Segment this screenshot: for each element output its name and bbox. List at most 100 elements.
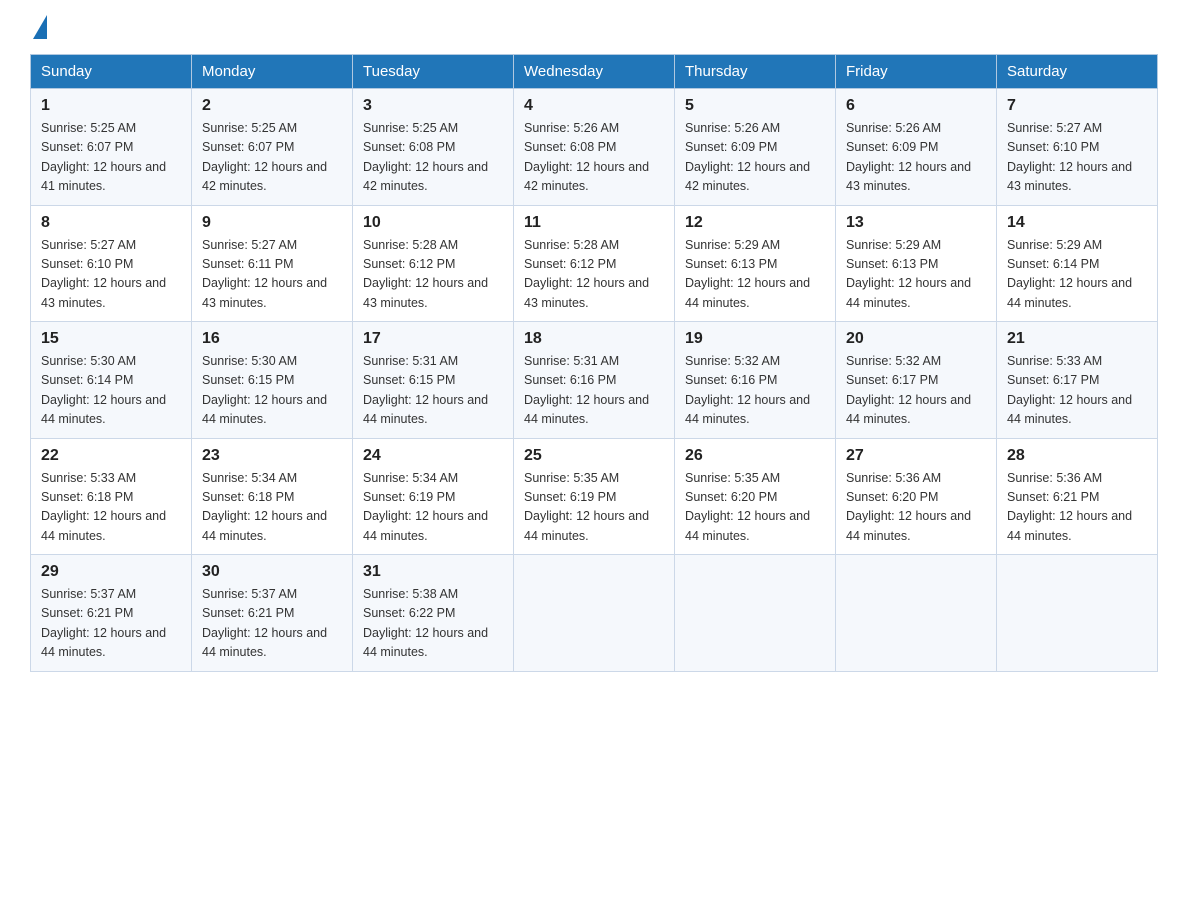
logo-triangle-icon [33,15,47,39]
calendar-cell: 11 Sunrise: 5:28 AM Sunset: 6:12 PM Dayl… [514,205,675,322]
day-info: Sunrise: 5:26 AM Sunset: 6:09 PM Dayligh… [846,119,986,197]
day-number: 28 [1007,447,1147,465]
weekday-header-wednesday: Wednesday [514,55,675,89]
calendar-cell: 3 Sunrise: 5:25 AM Sunset: 6:08 PM Dayli… [353,89,514,206]
day-info: Sunrise: 5:26 AM Sunset: 6:08 PM Dayligh… [524,119,664,197]
day-info: Sunrise: 5:37 AM Sunset: 6:21 PM Dayligh… [41,585,181,663]
day-info: Sunrise: 5:27 AM Sunset: 6:10 PM Dayligh… [1007,119,1147,197]
day-number: 5 [685,97,825,115]
day-info: Sunrise: 5:35 AM Sunset: 6:19 PM Dayligh… [524,469,664,547]
day-info: Sunrise: 5:37 AM Sunset: 6:21 PM Dayligh… [202,585,342,663]
calendar-cell: 7 Sunrise: 5:27 AM Sunset: 6:10 PM Dayli… [997,89,1158,206]
day-info: Sunrise: 5:34 AM Sunset: 6:18 PM Dayligh… [202,469,342,547]
calendar-cell: 22 Sunrise: 5:33 AM Sunset: 6:18 PM Dayl… [31,438,192,555]
day-number: 16 [202,330,342,348]
calendar-cell: 18 Sunrise: 5:31 AM Sunset: 6:16 PM Dayl… [514,322,675,439]
day-number: 14 [1007,214,1147,232]
week-row-1: 1 Sunrise: 5:25 AM Sunset: 6:07 PM Dayli… [31,89,1158,206]
day-number: 18 [524,330,664,348]
day-number: 24 [363,447,503,465]
day-info: Sunrise: 5:25 AM Sunset: 6:08 PM Dayligh… [363,119,503,197]
day-number: 26 [685,447,825,465]
day-number: 23 [202,447,342,465]
day-number: 13 [846,214,986,232]
day-number: 9 [202,214,342,232]
day-info: Sunrise: 5:36 AM Sunset: 6:20 PM Dayligh… [846,469,986,547]
day-number: 3 [363,97,503,115]
week-row-3: 15 Sunrise: 5:30 AM Sunset: 6:14 PM Dayl… [31,322,1158,439]
day-info: Sunrise: 5:30 AM Sunset: 6:15 PM Dayligh… [202,352,342,430]
week-row-4: 22 Sunrise: 5:33 AM Sunset: 6:18 PM Dayl… [31,438,1158,555]
day-number: 7 [1007,97,1147,115]
day-number: 27 [846,447,986,465]
calendar-cell [675,555,836,672]
day-number: 8 [41,214,181,232]
day-number: 15 [41,330,181,348]
day-info: Sunrise: 5:30 AM Sunset: 6:14 PM Dayligh… [41,352,181,430]
page-header [30,20,1158,44]
weekday-header-thursday: Thursday [675,55,836,89]
calendar-cell: 16 Sunrise: 5:30 AM Sunset: 6:15 PM Dayl… [192,322,353,439]
day-number: 30 [202,563,342,581]
calendar-cell [836,555,997,672]
calendar-cell: 19 Sunrise: 5:32 AM Sunset: 6:16 PM Dayl… [675,322,836,439]
day-number: 12 [685,214,825,232]
day-info: Sunrise: 5:31 AM Sunset: 6:16 PM Dayligh… [524,352,664,430]
calendar-cell: 12 Sunrise: 5:29 AM Sunset: 6:13 PM Dayl… [675,205,836,322]
calendar-cell: 20 Sunrise: 5:32 AM Sunset: 6:17 PM Dayl… [836,322,997,439]
day-info: Sunrise: 5:33 AM Sunset: 6:18 PM Dayligh… [41,469,181,547]
calendar-cell: 28 Sunrise: 5:36 AM Sunset: 6:21 PM Dayl… [997,438,1158,555]
day-info: Sunrise: 5:34 AM Sunset: 6:19 PM Dayligh… [363,469,503,547]
day-number: 20 [846,330,986,348]
day-info: Sunrise: 5:27 AM Sunset: 6:11 PM Dayligh… [202,236,342,314]
day-number: 29 [41,563,181,581]
calendar-cell: 1 Sunrise: 5:25 AM Sunset: 6:07 PM Dayli… [31,89,192,206]
day-number: 25 [524,447,664,465]
day-info: Sunrise: 5:28 AM Sunset: 6:12 PM Dayligh… [524,236,664,314]
calendar-cell: 21 Sunrise: 5:33 AM Sunset: 6:17 PM Dayl… [997,322,1158,439]
calendar-cell: 10 Sunrise: 5:28 AM Sunset: 6:12 PM Dayl… [353,205,514,322]
day-info: Sunrise: 5:33 AM Sunset: 6:17 PM Dayligh… [1007,352,1147,430]
day-number: 17 [363,330,503,348]
week-row-2: 8 Sunrise: 5:27 AM Sunset: 6:10 PM Dayli… [31,205,1158,322]
calendar-cell: 5 Sunrise: 5:26 AM Sunset: 6:09 PM Dayli… [675,89,836,206]
calendar-cell [514,555,675,672]
day-info: Sunrise: 5:32 AM Sunset: 6:16 PM Dayligh… [685,352,825,430]
day-number: 19 [685,330,825,348]
calendar-cell: 24 Sunrise: 5:34 AM Sunset: 6:19 PM Dayl… [353,438,514,555]
day-number: 21 [1007,330,1147,348]
day-number: 2 [202,97,342,115]
weekday-header-saturday: Saturday [997,55,1158,89]
day-number: 4 [524,97,664,115]
day-info: Sunrise: 5:28 AM Sunset: 6:12 PM Dayligh… [363,236,503,314]
calendar-cell: 17 Sunrise: 5:31 AM Sunset: 6:15 PM Dayl… [353,322,514,439]
day-info: Sunrise: 5:29 AM Sunset: 6:13 PM Dayligh… [846,236,986,314]
calendar-cell: 23 Sunrise: 5:34 AM Sunset: 6:18 PM Dayl… [192,438,353,555]
weekday-header-sunday: Sunday [31,55,192,89]
calendar-cell: 2 Sunrise: 5:25 AM Sunset: 6:07 PM Dayli… [192,89,353,206]
day-info: Sunrise: 5:38 AM Sunset: 6:22 PM Dayligh… [363,585,503,663]
day-number: 1 [41,97,181,115]
day-info: Sunrise: 5:29 AM Sunset: 6:14 PM Dayligh… [1007,236,1147,314]
calendar-cell: 6 Sunrise: 5:26 AM Sunset: 6:09 PM Dayli… [836,89,997,206]
calendar-cell: 8 Sunrise: 5:27 AM Sunset: 6:10 PM Dayli… [31,205,192,322]
day-info: Sunrise: 5:35 AM Sunset: 6:20 PM Dayligh… [685,469,825,547]
day-number: 6 [846,97,986,115]
calendar-cell: 26 Sunrise: 5:35 AM Sunset: 6:20 PM Dayl… [675,438,836,555]
day-info: Sunrise: 5:36 AM Sunset: 6:21 PM Dayligh… [1007,469,1147,547]
calendar-cell: 14 Sunrise: 5:29 AM Sunset: 6:14 PM Dayl… [997,205,1158,322]
calendar-cell: 13 Sunrise: 5:29 AM Sunset: 6:13 PM Dayl… [836,205,997,322]
calendar-table: SundayMondayTuesdayWednesdayThursdayFrid… [30,54,1158,672]
weekday-header-tuesday: Tuesday [353,55,514,89]
calendar-cell: 9 Sunrise: 5:27 AM Sunset: 6:11 PM Dayli… [192,205,353,322]
day-info: Sunrise: 5:25 AM Sunset: 6:07 PM Dayligh… [202,119,342,197]
calendar-cell: 25 Sunrise: 5:35 AM Sunset: 6:19 PM Dayl… [514,438,675,555]
day-info: Sunrise: 5:29 AM Sunset: 6:13 PM Dayligh… [685,236,825,314]
day-number: 31 [363,563,503,581]
calendar-cell: 31 Sunrise: 5:38 AM Sunset: 6:22 PM Dayl… [353,555,514,672]
day-info: Sunrise: 5:25 AM Sunset: 6:07 PM Dayligh… [41,119,181,197]
day-info: Sunrise: 5:26 AM Sunset: 6:09 PM Dayligh… [685,119,825,197]
calendar-cell [997,555,1158,672]
calendar-cell: 15 Sunrise: 5:30 AM Sunset: 6:14 PM Dayl… [31,322,192,439]
calendar-cell: 27 Sunrise: 5:36 AM Sunset: 6:20 PM Dayl… [836,438,997,555]
